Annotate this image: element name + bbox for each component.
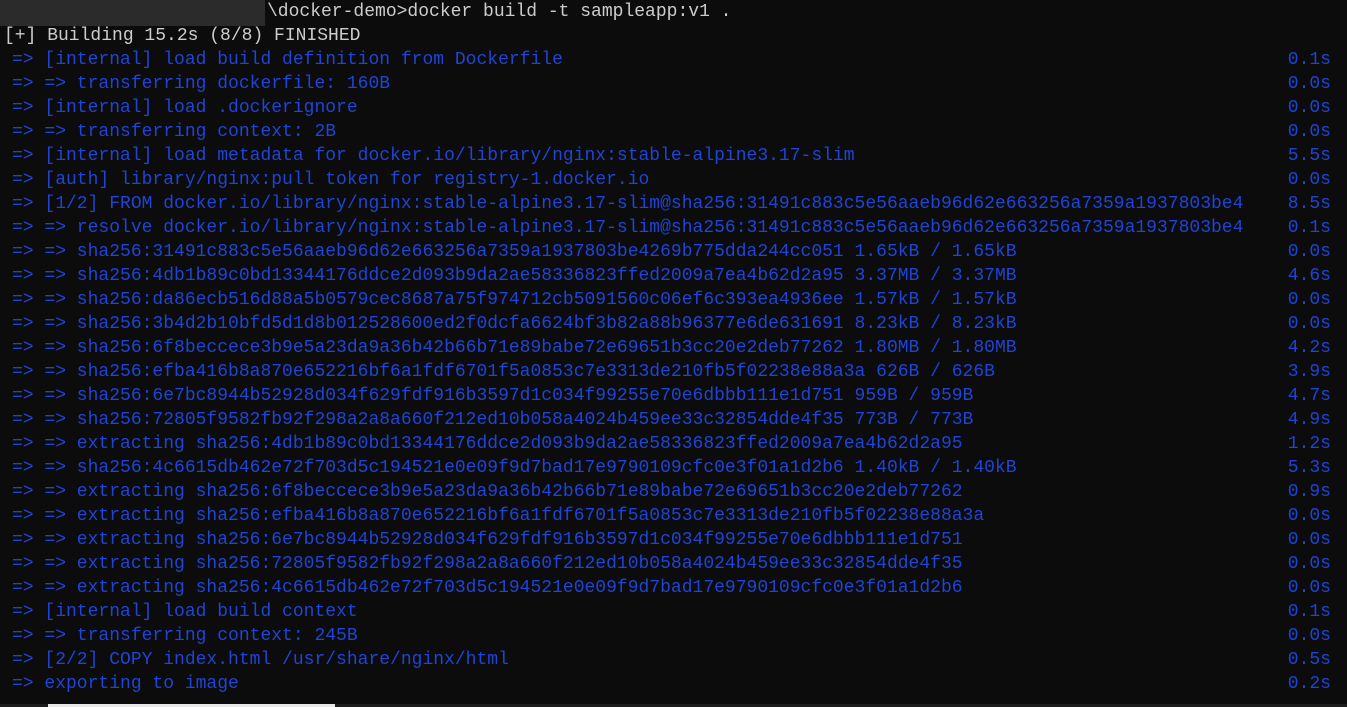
output-line: => exporting to image 0.2s — [0, 672, 1347, 696]
output-line-duration: 8.5s — [1287, 194, 1331, 214]
output-line-duration: 0.2s — [1287, 674, 1331, 694]
output-line: => => extracting sha256:4db1b89c0bd13344… — [0, 432, 1347, 456]
output-line-text: => => resolve docker.io/library/nginx:st… — [12, 218, 1244, 238]
output-line: => => sha256:72805f9582fb92f298a2a8a660f… — [0, 408, 1347, 432]
output-line-duration: 0.0s — [1287, 290, 1331, 310]
output-line-text: => => sha256:efba416b8a870e652216bf6a1fd… — [12, 362, 995, 382]
output-line-duration: 4.7s — [1287, 386, 1331, 406]
output-line-duration: 0.0s — [1287, 98, 1331, 118]
output-line-duration: 0.0s — [1287, 578, 1331, 598]
build-status: [+] Building 15.2s (8/8) FINISHED — [4, 26, 361, 46]
output-line-duration: 0.0s — [1287, 74, 1331, 94]
output-line-duration: 0.0s — [1287, 626, 1331, 646]
output-line-text: => exporting to image — [12, 674, 239, 694]
output-line-text: => => sha256:3b4d2b10bfd5d1d8b012528600e… — [12, 314, 1017, 334]
output-line-text: => => extracting sha256:6f8beccece3b9e5a… — [12, 482, 963, 502]
output-line-text: => => sha256:31491c883c5e56aaeb96d62e663… — [12, 242, 1017, 262]
output-line: => => sha256:31491c883c5e56aaeb96d62e663… — [0, 240, 1347, 264]
output-line-text: => [1/2] FROM docker.io/library/nginx:st… — [12, 194, 1244, 214]
output-line-duration: 3.9s — [1287, 362, 1331, 382]
build-output: => [internal] load build definition from… — [0, 48, 1347, 696]
output-line-duration: 0.0s — [1287, 506, 1331, 526]
output-line: => [2/2] COPY index.html /usr/share/ngin… — [0, 648, 1347, 672]
output-line-duration: 1.2s — [1287, 434, 1331, 454]
output-line-duration: 0.0s — [1287, 122, 1331, 142]
output-line-duration: 5.5s — [1287, 146, 1331, 166]
output-line-duration: 0.0s — [1287, 242, 1331, 262]
output-line: => => sha256:6f8beccece3b9e5a23da9a36b42… — [0, 336, 1347, 360]
output-line-text: => [internal] load .dockerignore — [12, 98, 358, 118]
output-line: => => sha256:4c6615db462e72f703d5c194521… — [0, 456, 1347, 480]
output-line-text: => [internal] load metadata for docker.i… — [12, 146, 855, 166]
output-line: => => sha256:da86ecb516d88a5b0579cec8687… — [0, 288, 1347, 312]
output-line-text: => => sha256:4c6615db462e72f703d5c194521… — [12, 458, 1017, 478]
output-line-text: => => sha256:4db1b89c0bd13344176ddce2d09… — [12, 266, 1017, 286]
output-line-text: => => transferring context: 2B — [12, 122, 337, 142]
output-line: => [auth] library/nginx:pull token for r… — [0, 168, 1347, 192]
output-line-duration: 4.2s — [1287, 338, 1331, 358]
output-line: => => transferring context: 2B 0.0s — [0, 120, 1347, 144]
output-line-duration: 0.1s — [1287, 218, 1331, 238]
output-line-duration: 0.0s — [1287, 314, 1331, 334]
output-line: => => extracting sha256:72805f9582fb92f2… — [0, 552, 1347, 576]
output-line-duration: 0.0s — [1287, 170, 1331, 190]
output-line-text: => [internal] load build definition from… — [12, 50, 563, 70]
output-line-text: => => extracting sha256:72805f9582fb92f2… — [12, 554, 963, 574]
output-line-text: => [internal] load build context — [12, 602, 358, 622]
output-line-text: => => sha256:72805f9582fb92f298a2a8a660f… — [12, 410, 974, 430]
output-line: => => sha256:efba416b8a870e652216bf6a1fd… — [0, 360, 1347, 384]
output-line-text: => => extracting sha256:6e7bc8944b52928d… — [12, 530, 963, 550]
output-line-text: => => sha256:da86ecb516d88a5b0579cec8687… — [12, 290, 1017, 310]
output-line-text: => [auth] library/nginx:pull token for r… — [12, 170, 650, 190]
output-line-duration: 0.1s — [1287, 50, 1331, 70]
output-line-text: => => sha256:6f8beccece3b9e5a23da9a36b42… — [12, 338, 1017, 358]
output-line: => => resolve docker.io/library/nginx:st… — [0, 216, 1347, 240]
output-line: => [internal] load build definition from… — [0, 48, 1347, 72]
output-line-duration: 0.5s — [1287, 650, 1331, 670]
output-line-text: => => transferring context: 245B — [12, 626, 358, 646]
output-line-text: => => extracting sha256:4db1b89c0bd13344… — [12, 434, 963, 454]
output-line-text: => => extracting sha256:efba416b8a870e65… — [12, 506, 985, 526]
output-line: => => sha256:4db1b89c0bd13344176ddce2d09… — [0, 264, 1347, 288]
output-line: => [internal] load build context 0.1s — [0, 600, 1347, 624]
output-line-text: => => sha256:6e7bc8944b52928d034f629fdf9… — [12, 386, 974, 406]
output-line: => => sha256:3b4d2b10bfd5d1d8b012528600e… — [0, 312, 1347, 336]
output-line-duration: 0.0s — [1287, 554, 1331, 574]
redacted-path — [0, 0, 265, 26]
output-line-duration: 5.3s — [1287, 458, 1331, 478]
output-line-duration: 0.9s — [1287, 482, 1331, 502]
output-line: => => extracting sha256:6e7bc8944b52928d… — [0, 528, 1347, 552]
output-line: => [1/2] FROM docker.io/library/nginx:st… — [0, 192, 1347, 216]
output-line-duration: 4.6s — [1287, 266, 1331, 286]
output-line-text: => => extracting sha256:4c6615db462e72f7… — [12, 578, 963, 598]
output-line: => => extracting sha256:efba416b8a870e65… — [0, 504, 1347, 528]
output-line-duration: 0.1s — [1287, 602, 1331, 622]
output-line-text: => [2/2] COPY index.html /usr/share/ngin… — [12, 650, 509, 670]
output-line: => => transferring dockerfile: 160B 0.0s — [0, 72, 1347, 96]
output-line: => [internal] load metadata for docker.i… — [0, 144, 1347, 168]
output-line: => => transferring context: 245B 0.0s — [0, 624, 1347, 648]
output-line: => => sha256:6e7bc8944b52928d034f629fdf9… — [0, 384, 1347, 408]
output-line: => [internal] load .dockerignore 0.0s — [0, 96, 1347, 120]
command-line: \docker-demo>docker build -t sampleapp:v… — [267, 2, 732, 22]
output-line-text: => => transferring dockerfile: 160B — [12, 74, 391, 94]
output-line: => => extracting sha256:6f8beccece3b9e5a… — [0, 480, 1347, 504]
output-line-duration: 4.9s — [1287, 410, 1331, 430]
output-line-duration: 0.0s — [1287, 530, 1331, 550]
output-line: => => extracting sha256:4c6615db462e72f7… — [0, 576, 1347, 600]
